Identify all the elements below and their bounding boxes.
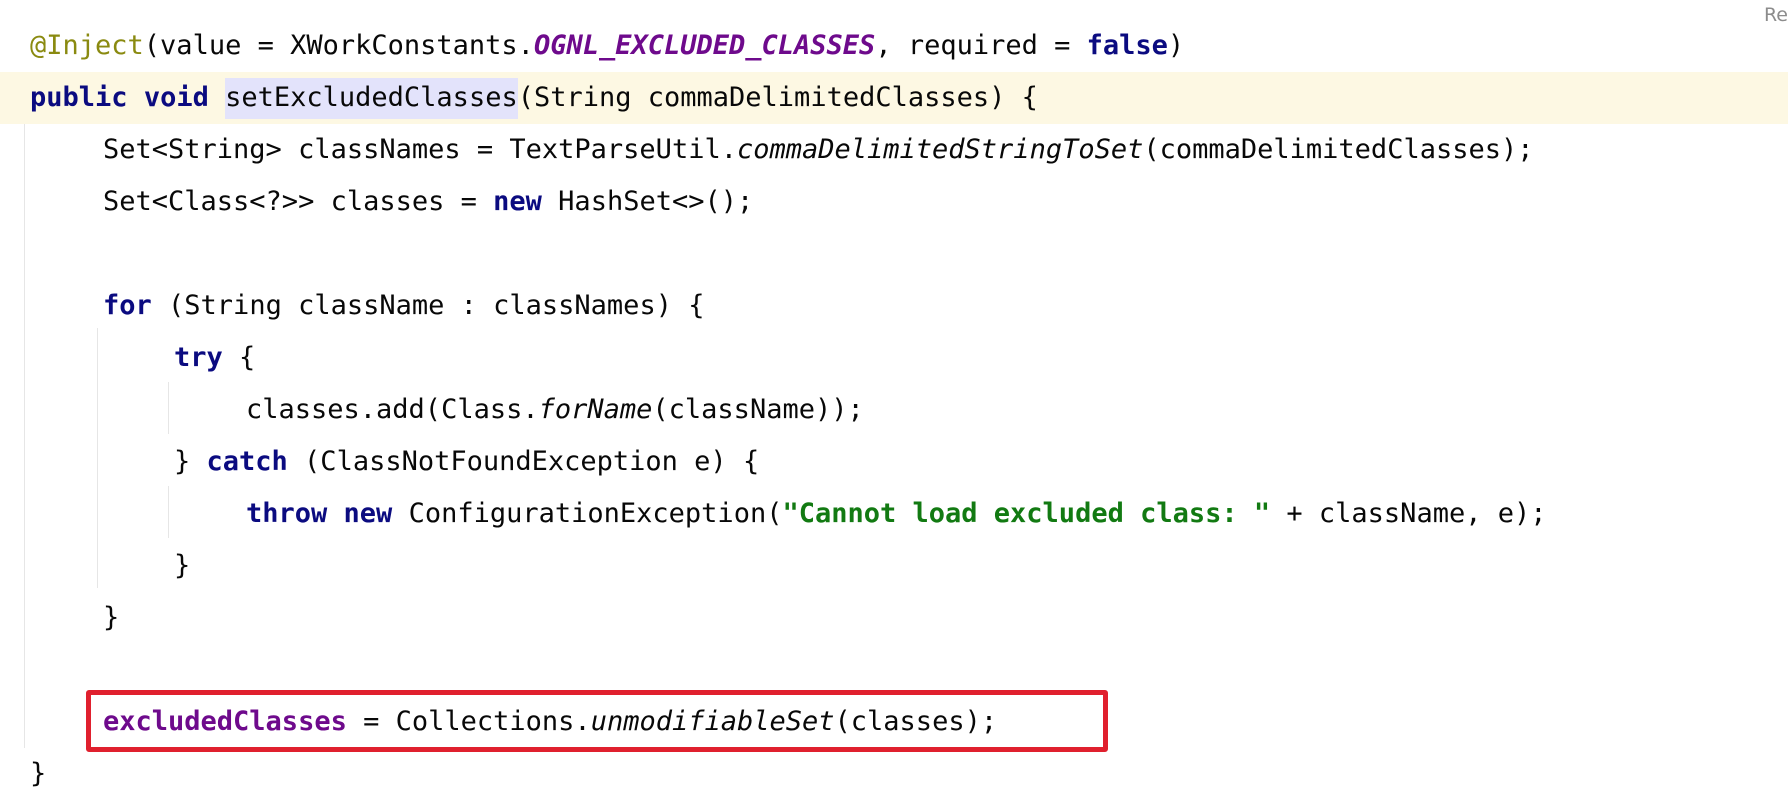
keyword-for: for <box>103 290 152 321</box>
code-text: (className)); <box>652 394 864 425</box>
annotation-inject: @Inject <box>30 30 144 61</box>
code-text: classes.add(Class. <box>246 394 539 425</box>
code-text: Set<Class<?>> classes = <box>103 186 494 217</box>
code-line-7: try { <box>0 332 1788 384</box>
constant-ognl-excluded-classes: OGNL_EXCLUDED_CLASSES <box>533 30 876 61</box>
red-highlight-box <box>86 690 1108 752</box>
keyword-public: public <box>30 82 128 113</box>
keyword-new: new <box>343 498 393 529</box>
code-line-8: classes.add(Class.forName(className)); <box>0 384 1788 436</box>
code-text: (String commaDelimitedClasses) { <box>517 82 1038 113</box>
corner-label: Re <box>1763 4 1788 26</box>
code-line-10: throw new ConfigurationException("Cannot… <box>0 488 1788 540</box>
code-line-2-current: public void setExcludedClasses(String co… <box>0 72 1788 124</box>
static-method-call: commaDelimitedStringToSet <box>736 134 1144 165</box>
code-text: + className, e); <box>1270 498 1547 529</box>
code-text: ConfigurationException( <box>392 498 783 529</box>
code-text: , required = <box>875 30 1087 61</box>
keyword-false: false <box>1086 30 1168 61</box>
code-line-11: } <box>0 540 1788 592</box>
closing-brace: } <box>174 550 191 581</box>
keyword-try: try <box>174 342 223 373</box>
keyword-catch: catch <box>206 446 288 477</box>
keyword-new: new <box>493 186 542 217</box>
keyword-throw: throw <box>246 498 328 529</box>
code-text: { <box>222 342 256 373</box>
code-line-9: } catch (ClassNotFoundException e) { <box>0 436 1788 488</box>
string-literal: "Cannot load excluded class: " <box>782 498 1271 529</box>
code-line-4: Set<Class<?>> classes = new HashSet<>(); <box>0 176 1788 228</box>
closing-brace: } <box>30 758 47 789</box>
code-text: HashSet<>(); <box>541 186 754 217</box>
code-line-3: Set<String> classNames = TextParseUtil.c… <box>0 124 1788 176</box>
code-text: (String className : classNames) { <box>151 290 705 321</box>
code-text: ) <box>1167 30 1185 61</box>
code-text: (ClassNotFoundException e) { <box>287 446 760 477</box>
code-line-12: } <box>0 592 1788 644</box>
code-line-15: } <box>0 748 1788 800</box>
keyword-void: void <box>143 82 209 113</box>
code-line-1: @Inject(value = XWorkConstants.OGNL_EXCL… <box>0 20 1788 72</box>
code-text: (value = XWorkConstants. <box>143 30 534 61</box>
code-text: (commaDelimitedClasses); <box>1143 134 1534 165</box>
static-method-call: forName <box>538 394 653 425</box>
code-text: Set<String> classNames = TextParseUtil. <box>103 134 737 165</box>
code-text: } <box>174 446 207 477</box>
code-line-6: for (String className : classNames) { <box>0 280 1788 332</box>
method-name-set-excluded-classes[interactable]: setExcludedClasses <box>225 78 518 119</box>
closing-brace: } <box>103 602 120 633</box>
code-editor[interactable]: @Inject(value = XWorkConstants.OGNL_EXCL… <box>0 0 1788 806</box>
